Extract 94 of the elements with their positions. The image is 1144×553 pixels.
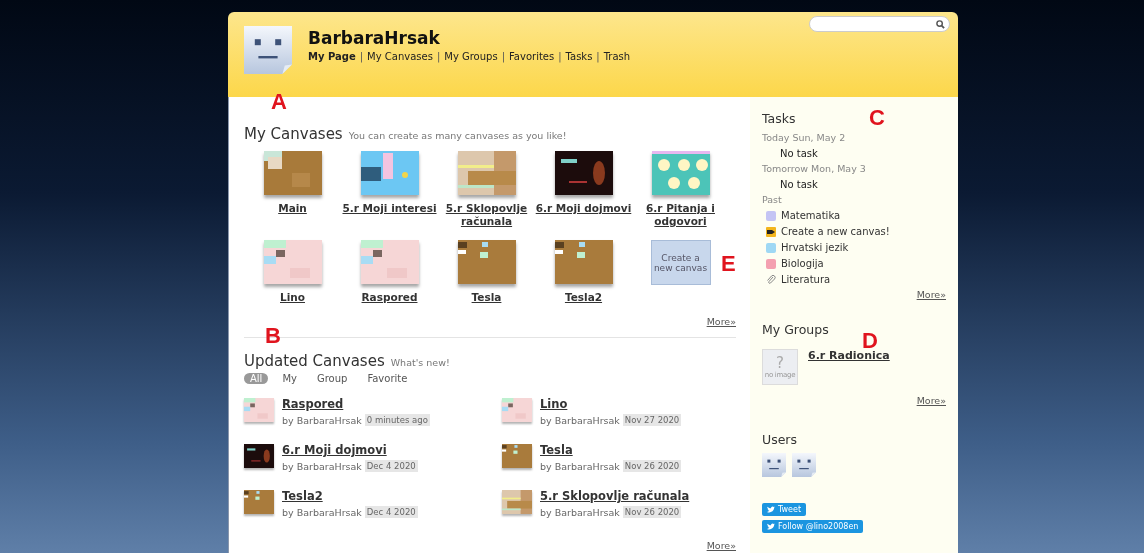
canvas-link[interactable]: Lino xyxy=(540,397,682,411)
canvas-link[interactable]: Raspored xyxy=(361,291,418,304)
canvas-thumbnail[interactable] xyxy=(244,444,274,468)
canvas-link[interactable]: 6.r Moji dojmovi xyxy=(282,443,418,457)
canvas-thumbnail[interactable] xyxy=(244,490,274,514)
canvas-link[interactable]: Lino xyxy=(280,291,305,304)
canvas-icon xyxy=(766,226,776,237)
canvas-link[interactable]: Tesla xyxy=(540,443,682,457)
task-link[interactable]: Biologija xyxy=(781,258,824,269)
search-field[interactable] xyxy=(809,16,950,32)
task-entry: No task xyxy=(779,148,819,159)
canvas-link[interactable]: 6.r Pitanja i odgovori xyxy=(632,202,729,228)
date-tag: Dec 4 2020 xyxy=(364,460,418,472)
day-label: Today Sun, May 2 xyxy=(762,132,847,143)
canvas-thumbnail[interactable] xyxy=(554,240,613,284)
author-text: by BarbaraHrsak xyxy=(540,460,620,472)
canvas-thumbnail[interactable] xyxy=(502,398,532,422)
nav-link[interactable]: Tasks xyxy=(565,51,593,62)
canvas-thumbnail[interactable] xyxy=(244,398,274,422)
more-link[interactable]: More» xyxy=(916,395,946,406)
filter-tab[interactable]: Favorite xyxy=(361,373,414,384)
date-tag: 0 minutes ago xyxy=(364,414,430,426)
more-link[interactable]: More» xyxy=(706,316,736,327)
canvas-thumbnail[interactable] xyxy=(502,444,532,468)
create-canvas-button[interactable]: Create a new canvas xyxy=(650,240,711,285)
annotation-letter: E xyxy=(721,251,736,277)
user-name: BarbaraHrsak xyxy=(308,28,441,48)
canvas-thumbnail[interactable] xyxy=(360,151,419,195)
bird-icon xyxy=(767,523,775,530)
nav-separator: | xyxy=(359,51,364,62)
avatar-icon xyxy=(244,26,292,74)
canvas-thumbnail[interactable] xyxy=(263,151,322,195)
author-text: by BarbaraHrsak xyxy=(282,506,362,518)
task-link[interactable]: Matematika xyxy=(781,210,841,221)
date-tag: Nov 26 2020 xyxy=(622,506,682,518)
day-label: Past xyxy=(762,194,783,205)
section-subtitle: You can create as many canvases as you like! xyxy=(348,130,567,141)
bird-icon xyxy=(767,506,775,513)
nav-link[interactable]: Trash xyxy=(603,51,631,62)
paperclip-icon xyxy=(766,274,776,285)
annotation-letter: A xyxy=(271,89,287,115)
canvas-thumbnail[interactable] xyxy=(360,240,419,284)
canvas-link[interactable]: 6.r Moji dojmovi xyxy=(535,202,632,215)
filter-tab[interactable]: Group xyxy=(310,373,354,384)
task-link[interactable]: Hrvatski jezik xyxy=(781,242,849,253)
avatar-icon xyxy=(792,453,816,477)
canvas-link[interactable]: 5.r Sklopovlje računala xyxy=(438,202,535,228)
more-link[interactable]: More» xyxy=(706,540,736,551)
task-link[interactable]: Literatura xyxy=(781,274,831,285)
author-text: by BarbaraHrsak xyxy=(282,414,362,426)
nav-link[interactable]: My Page xyxy=(308,51,356,62)
nav-separator: | xyxy=(558,51,562,62)
canvas-thumbnail[interactable] xyxy=(263,240,322,284)
canvas-thumbnail[interactable] xyxy=(651,151,710,195)
canvas-link[interactable]: 5.r Moji interesi xyxy=(342,202,437,215)
section-title: Users xyxy=(762,432,797,447)
more-link[interactable]: More» xyxy=(916,289,946,300)
nav-link[interactable]: Favorites xyxy=(509,51,555,62)
task-link[interactable]: Create a new canvas! xyxy=(781,226,890,237)
canvas-thumbnail[interactable] xyxy=(502,490,532,514)
canvas-link[interactable]: Raspored xyxy=(282,397,430,411)
canvas-link[interactable]: Tesla xyxy=(471,291,502,304)
section-title: My Canvases xyxy=(244,125,343,143)
search-icon xyxy=(936,19,945,29)
task-entry: No task xyxy=(779,179,819,190)
author-text: by BarbaraHrsak xyxy=(540,414,620,426)
annotation-letter: C xyxy=(869,105,885,131)
day-label: Tomorrow Mon, May 3 xyxy=(762,163,867,174)
nav-separator: | xyxy=(436,51,441,62)
author-text: by BarbaraHrsak xyxy=(540,506,620,518)
canvas-link[interactable]: Tesla2 xyxy=(564,291,603,304)
question-mark: ? xyxy=(776,355,784,371)
nav-separator: | xyxy=(596,51,600,62)
author-text: by BarbaraHrsak xyxy=(282,460,362,472)
nav-link[interactable]: My Canvases xyxy=(367,51,433,62)
date-tag: Nov 27 2020 xyxy=(622,414,682,426)
section-subtitle: What's new! xyxy=(390,357,450,368)
date-tag: Dec 4 2020 xyxy=(364,506,418,518)
avatar-icon xyxy=(762,453,786,477)
annotation-letter: B xyxy=(265,323,281,349)
date-tag: Nov 26 2020 xyxy=(622,460,682,472)
group-link[interactable]: 6.r Radionica xyxy=(808,349,890,362)
canvas-link[interactable]: Main xyxy=(278,202,307,215)
canvas-link[interactable]: 5.r Sklopovlje računala xyxy=(540,489,690,503)
canvas-thumbnail[interactable] xyxy=(554,151,613,195)
section-title: Tasks xyxy=(762,111,796,126)
canvas-thumbnail[interactable] xyxy=(457,240,516,284)
canvas-link[interactable]: Tesla2 xyxy=(282,489,418,503)
section-title: My Groups xyxy=(762,322,829,337)
filter-tab[interactable]: My xyxy=(276,373,303,384)
nav-link[interactable]: My Groups xyxy=(444,51,498,62)
nav-separator: | xyxy=(501,51,505,62)
section-title: Updated Canvases xyxy=(244,352,385,370)
canvas-thumbnail[interactable] xyxy=(457,151,516,195)
